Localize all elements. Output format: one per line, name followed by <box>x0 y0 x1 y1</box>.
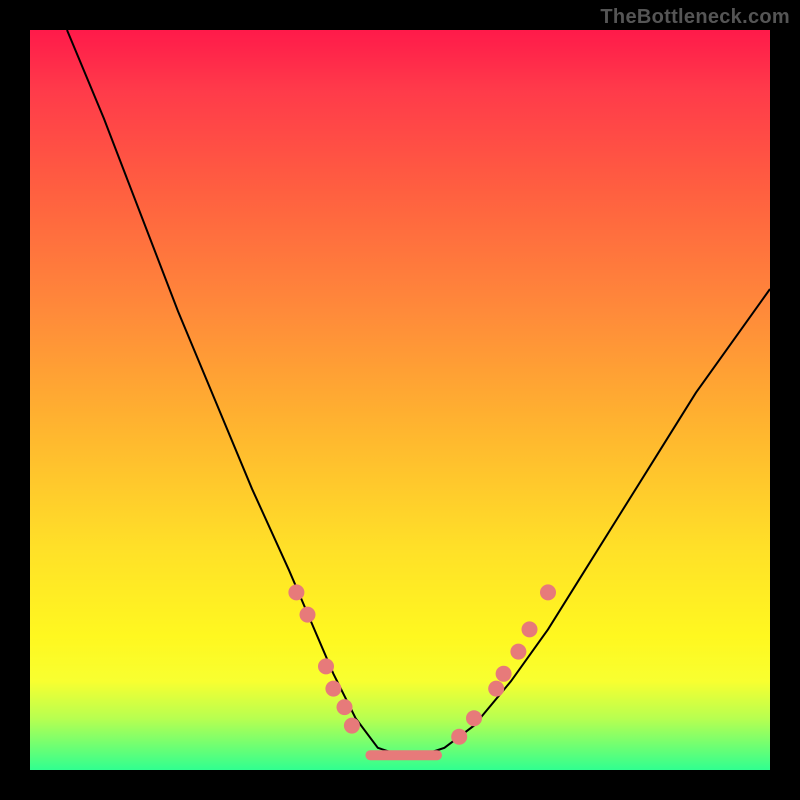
chart-svg <box>30 30 770 770</box>
highlight-dot <box>496 666 512 682</box>
chart-plot-area <box>30 30 770 770</box>
highlight-dot <box>325 681 341 697</box>
highlight-dot <box>318 658 334 674</box>
highlight-dot <box>337 699 353 715</box>
watermark-text: TheBottleneck.com <box>600 6 790 29</box>
highlight-dot <box>510 644 526 660</box>
highlight-dot <box>540 584 556 600</box>
curve-left <box>67 30 400 755</box>
highlight-dot <box>488 681 504 697</box>
highlight-dot <box>451 729 467 745</box>
curve-right <box>400 289 770 755</box>
highlight-dot <box>300 607 316 623</box>
highlight-dots-group <box>288 584 556 744</box>
highlight-dot <box>344 718 360 734</box>
highlight-dot <box>522 621 538 637</box>
highlight-dot <box>466 710 482 726</box>
highlight-dot <box>288 584 304 600</box>
